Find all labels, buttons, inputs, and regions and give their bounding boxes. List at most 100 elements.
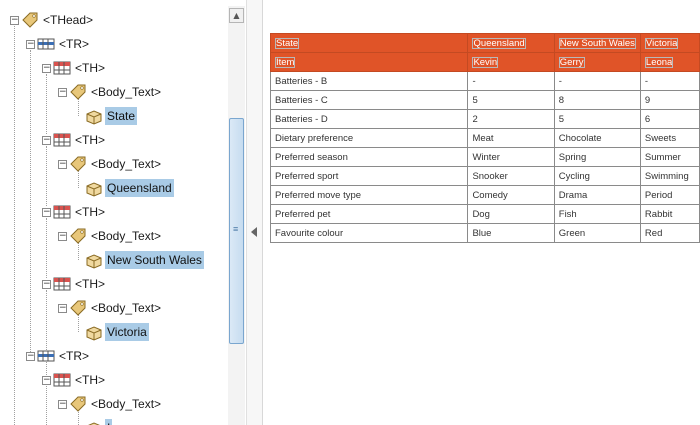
tree-scrollbar[interactable]: ▲ ≡ bbox=[228, 6, 245, 425]
content-container-icon bbox=[86, 254, 102, 269]
table-cell: Fish bbox=[553, 204, 641, 224]
header-cell-text: Kevin bbox=[472, 56, 499, 68]
tree-node-label: <TH> bbox=[75, 277, 106, 291]
content-container-icon bbox=[88, 422, 100, 425]
table-cell: Snooker bbox=[467, 166, 555, 186]
table-row: Favourite colour Blue Green Red bbox=[269, 223, 700, 243]
table-cell: Preferred sport bbox=[269, 166, 469, 186]
collapse-toggle[interactable]: − bbox=[26, 40, 35, 49]
header-cell-text: New South Wales bbox=[558, 37, 636, 49]
header-cell[interactable]: Leona bbox=[639, 52, 700, 72]
tree-node-label: <Body_Text> bbox=[91, 85, 162, 99]
collapse-toggle[interactable]: − bbox=[42, 280, 51, 289]
collapse-toggle[interactable]: − bbox=[10, 16, 19, 25]
content-container-icon bbox=[86, 182, 102, 197]
scroll-up-button[interactable]: ▲ bbox=[229, 8, 244, 23]
table-cell: Chocolate bbox=[553, 128, 641, 148]
table-cell: Rabbit bbox=[639, 204, 700, 224]
tree-connector bbox=[14, 26, 15, 425]
table-cell: 2 bbox=[467, 109, 555, 129]
tag-tree-panel: − <THead> − <TR> − <TH> − <Body_Text> St… bbox=[0, 0, 246, 425]
table-row-icon bbox=[37, 350, 55, 362]
collapse-toggle[interactable]: − bbox=[42, 136, 51, 145]
tree-node-label: <TR> bbox=[59, 349, 90, 363]
tag-icon bbox=[70, 156, 86, 172]
header-cell[interactable]: Gerry bbox=[553, 52, 641, 72]
table-row: Preferred move type Comedy Drama Period bbox=[269, 185, 700, 205]
table-header-row: State Queensland New South Wales Victori… bbox=[269, 33, 700, 53]
collapse-toggle[interactable]: − bbox=[42, 376, 51, 385]
table-cell: - bbox=[467, 71, 555, 91]
document-view: State Queensland New South Wales Victori… bbox=[263, 0, 700, 425]
table-row-icon bbox=[37, 38, 55, 50]
table-cell: Dog bbox=[467, 204, 555, 224]
table-cell: Cycling bbox=[553, 166, 641, 186]
header-cell[interactable]: Item bbox=[269, 52, 469, 72]
tree-connector bbox=[46, 146, 47, 206]
table-row: Preferred season Winter Spring Summer bbox=[269, 147, 700, 167]
scroll-thumb[interactable]: ≡ bbox=[229, 118, 244, 344]
table-cell: 5 bbox=[553, 109, 641, 129]
tag-icon bbox=[70, 228, 86, 244]
table-cell: Batteries - D bbox=[269, 109, 469, 129]
tag-icon bbox=[70, 396, 86, 412]
collapse-toggle[interactable]: − bbox=[42, 64, 51, 73]
tree-node-label: <THead> bbox=[43, 13, 94, 27]
table-cell: 5 bbox=[467, 90, 555, 110]
table-cell: 6 bbox=[639, 109, 700, 129]
table-cell: - bbox=[553, 71, 641, 91]
tree-node-label: New South Wales bbox=[105, 251, 204, 269]
table-cell: Favourite colour bbox=[269, 223, 469, 243]
header-cell[interactable]: New South Wales bbox=[553, 33, 641, 53]
tag-icon bbox=[70, 84, 86, 100]
table-cell: Blue bbox=[467, 223, 555, 243]
tree-connector bbox=[46, 290, 47, 350]
header-cell-text: State bbox=[275, 37, 300, 49]
tree-connector bbox=[46, 218, 47, 278]
header-cell[interactable]: Victoria bbox=[639, 33, 700, 53]
tree-node-label: <TH> bbox=[75, 133, 106, 147]
table-cell: 8 bbox=[553, 90, 641, 110]
tree-connector bbox=[46, 74, 47, 134]
collapse-toggle[interactable]: − bbox=[26, 352, 35, 361]
table-cell: Batteries - C bbox=[269, 90, 469, 110]
tag-icon bbox=[22, 12, 38, 28]
tree-node-label: <TR> bbox=[59, 37, 90, 51]
tree-node-label: <TH> bbox=[75, 373, 106, 387]
header-cell-text: Queensland bbox=[472, 37, 526, 49]
table-header-row: Item Kevin Gerry Leona bbox=[269, 52, 700, 72]
table-cell: Meat bbox=[467, 128, 555, 148]
table-row: Batteries - C 5 8 9 bbox=[269, 90, 700, 110]
table-header-cell-icon bbox=[53, 61, 71, 75]
collapse-toggle[interactable]: − bbox=[58, 160, 67, 169]
collapse-toggle[interactable]: − bbox=[58, 232, 67, 241]
table-cell: Spring bbox=[553, 147, 641, 167]
tree-connector bbox=[46, 362, 47, 425]
table-row: Preferred sport Snooker Cycling Swimming bbox=[269, 166, 700, 186]
collapse-toggle[interactable]: − bbox=[42, 208, 51, 217]
header-cell[interactable]: Queensland bbox=[467, 33, 555, 53]
table-cell: Drama bbox=[553, 185, 641, 205]
tree-node-label: <Body_Text> bbox=[91, 229, 162, 243]
table-cell: Preferred season bbox=[269, 147, 469, 167]
table-cell: Summer bbox=[639, 147, 700, 167]
table-row: Batteries - D 2 5 6 bbox=[269, 109, 700, 129]
header-cell[interactable]: State bbox=[269, 33, 469, 53]
document-table: State Queensland New South Wales Victori… bbox=[269, 33, 700, 243]
table-header-cell-icon bbox=[53, 133, 71, 147]
panel-splitter[interactable] bbox=[246, 0, 263, 425]
collapse-panel-arrow-icon[interactable] bbox=[251, 227, 257, 237]
tree-node-label: Victoria bbox=[105, 323, 149, 341]
header-cell[interactable]: Kevin bbox=[467, 52, 555, 72]
header-cell-text: Leona bbox=[644, 56, 674, 68]
table-header-cell-icon bbox=[53, 373, 71, 387]
table-cell: Swimming bbox=[639, 166, 700, 186]
collapse-toggle[interactable]: − bbox=[58, 88, 67, 97]
header-cell-text: Item bbox=[275, 56, 296, 68]
tree-node-label: State bbox=[105, 107, 138, 125]
collapse-toggle[interactable]: − bbox=[58, 304, 67, 313]
table-cell: Period bbox=[639, 185, 700, 205]
table-header-cell-icon bbox=[53, 205, 71, 219]
table-cell: Red bbox=[639, 223, 700, 243]
collapse-toggle[interactable]: − bbox=[58, 400, 67, 409]
